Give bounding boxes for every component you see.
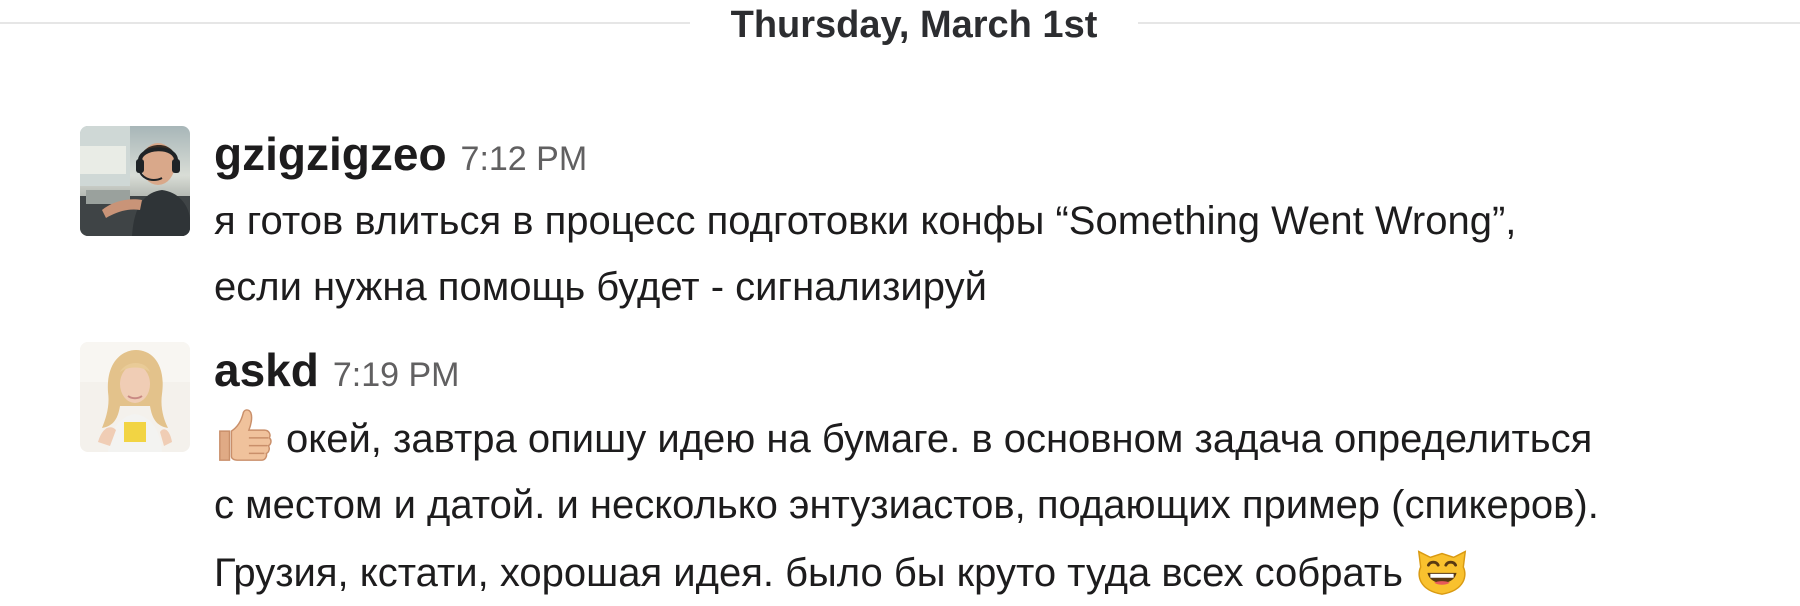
grinning-cat-icon[interactable] (1411, 538, 1473, 600)
author-name[interactable]: gzigzigzeo (214, 128, 447, 180)
message-text-line: если нужна помощь будет - сигнализируй (214, 265, 987, 309)
message-text-line: Грузия, кстати, хорошая идея. было бы кр… (214, 538, 1794, 606)
message-body: askd 7:19 PM окей, завтра опишу идею на б… (214, 336, 1794, 606)
divider-line-right (1138, 22, 1800, 24)
day-divider: Thursday, March 1st (0, 0, 1800, 48)
message-header: gzigzigzeo 7:12 PM (214, 120, 1794, 188)
author-name[interactable]: askd (214, 344, 319, 396)
message-text-line: я готов влиться в процесс подготовки кон… (214, 199, 1517, 243)
message-text: окей, завтра опишу идею на бумаге. в осн… (214, 404, 1794, 606)
day-divider-label: Thursday, March 1st (730, 4, 1098, 46)
message-body: gzigzigzeo 7:12 PM я готов влиться в проц… (214, 120, 1794, 320)
message-timestamp[interactable]: 7:19 PM (333, 356, 460, 394)
message-text-line: с местом и датой. и несколько энтузиасто… (214, 483, 1599, 527)
avatar[interactable] (80, 342, 190, 452)
message-text: я готов влиться в процесс подготовки кон… (214, 188, 1794, 320)
message-text-line: окей, завтра опишу идею на бумаге. в осн… (214, 404, 1794, 472)
avatar-photo-man-headset (80, 126, 190, 236)
divider-line-left (0, 22, 690, 24)
thumbs-up-icon[interactable] (214, 404, 276, 466)
message-timestamp[interactable]: 7:12 PM (461, 140, 588, 178)
message-text-fragment: Грузия, кстати, хорошая идея. было бы кр… (214, 551, 1403, 595)
avatar-photo-woman-blonde (80, 342, 190, 452)
message-header: askd 7:19 PM (214, 336, 1794, 404)
message-text-fragment: окей, завтра опишу идею на бумаге. в осн… (286, 417, 1593, 461)
avatar[interactable] (80, 126, 190, 236)
